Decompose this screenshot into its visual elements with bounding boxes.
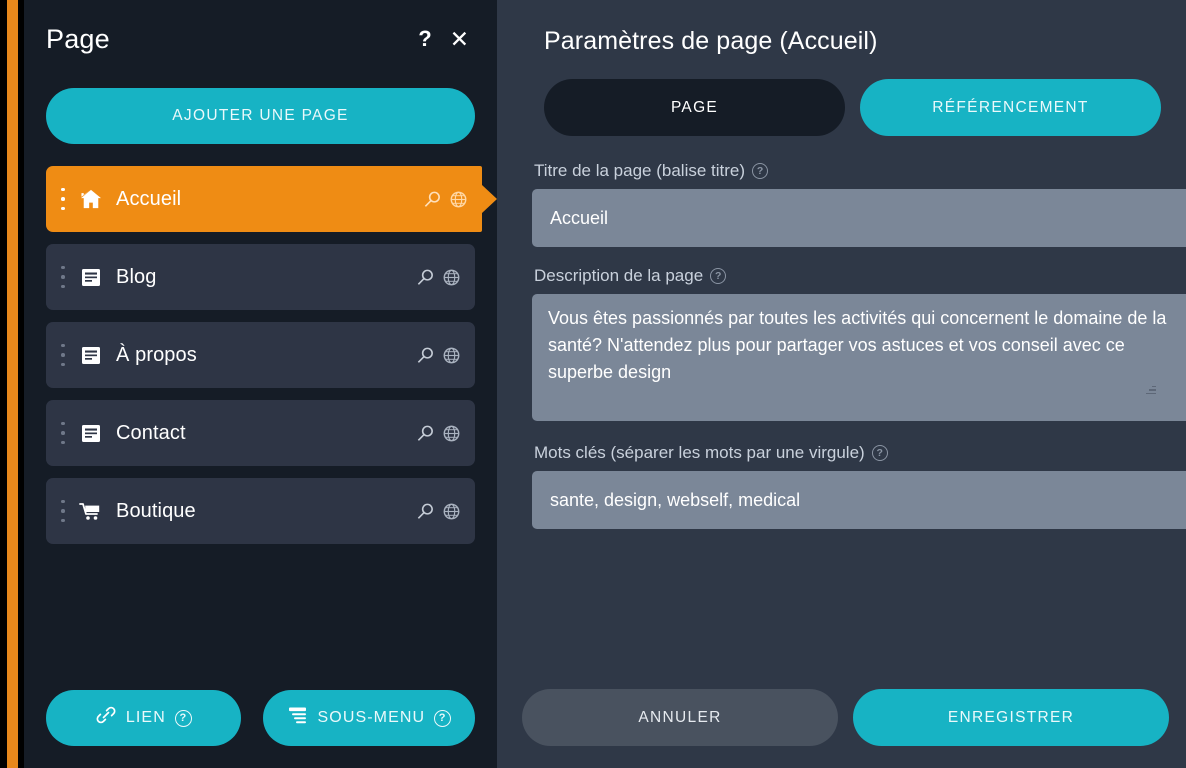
add-submenu-label: SOUS-MENU xyxy=(317,709,426,726)
cancel-button[interactable]: ANNULER xyxy=(522,689,838,746)
left-panel-header: Page ? ✕ xyxy=(36,0,485,78)
settings-footer: ANNULER ENREGISTRER xyxy=(522,689,1169,746)
page-list: Accueil Blog À propos Contact Boutique xyxy=(36,166,485,690)
home-icon xyxy=(76,189,106,209)
keywords-field-label: Mots clés (séparer les mots par une virg… xyxy=(534,443,1161,463)
page-list-item-contact[interactable]: Contact xyxy=(46,400,475,466)
title-help-icon[interactable]: ? xyxy=(752,163,769,179)
magnifier-icon[interactable] xyxy=(416,268,435,287)
row-tools xyxy=(416,502,461,521)
page-list-item-a-propos[interactable]: À propos xyxy=(46,322,475,388)
page-list-item-blog[interactable]: Blog xyxy=(46,244,475,310)
description-field-label: Description de la page ? xyxy=(534,266,1161,286)
document-icon xyxy=(76,423,106,444)
row-tools xyxy=(416,346,461,365)
globe-icon[interactable] xyxy=(442,346,461,365)
left-gutter xyxy=(0,0,24,768)
description-field-label-text: Description de la page xyxy=(534,266,704,285)
title-field-label-text: Titre de la page (balise titre) xyxy=(534,161,746,180)
settings-tabs: PAGE RÉFÉRENCEMENT xyxy=(522,79,1161,136)
cart-icon xyxy=(76,501,106,522)
drag-handle-icon[interactable] xyxy=(56,499,70,523)
drag-handle-icon[interactable] xyxy=(56,421,70,445)
page-description-textarea[interactable] xyxy=(532,294,1186,421)
keywords-help-icon[interactable]: ? xyxy=(871,445,888,461)
page-item-label: À propos xyxy=(116,343,197,366)
drag-handle-icon[interactable] xyxy=(56,187,70,211)
title-field-label: Titre de la page (balise titre) ? xyxy=(534,161,1161,181)
seo-form: Titre de la page (balise titre) ? Descri… xyxy=(522,161,1186,529)
page-settings-dialog: Page ? ✕ AJOUTER UNE PAGE Accueil Blog À… xyxy=(0,0,1186,768)
submenu-help-icon[interactable]: ? xyxy=(434,709,452,727)
page-keywords-input[interactable] xyxy=(532,471,1186,529)
page-list-item-accueil[interactable]: Accueil xyxy=(46,166,482,232)
page-item-label: Accueil xyxy=(116,187,182,210)
row-tools xyxy=(416,268,461,287)
submenu-icon xyxy=(287,706,309,730)
drag-handle-icon[interactable] xyxy=(56,343,70,367)
help-icon[interactable]: ? xyxy=(418,28,431,50)
save-button[interactable]: ENREGISTRER xyxy=(853,689,1169,746)
page-settings-panel: Paramètres de page (Accueil) PAGE RÉFÉRE… xyxy=(497,0,1186,768)
page-item-label: Contact xyxy=(116,421,186,444)
link-help-icon[interactable]: ? xyxy=(174,709,192,727)
row-tools xyxy=(416,424,461,443)
keywords-field-label-text: Mots clés (séparer les mots par une virg… xyxy=(534,443,865,462)
add-page-button[interactable]: AJOUTER UNE PAGE xyxy=(46,88,475,144)
description-help-icon[interactable]: ? xyxy=(710,268,727,284)
page-title: Page xyxy=(46,23,110,54)
orange-accent-strip xyxy=(7,0,18,768)
tab-page[interactable]: PAGE xyxy=(544,79,845,136)
page-item-label: Blog xyxy=(116,265,157,288)
close-icon[interactable]: ✕ xyxy=(450,27,469,51)
page-list-panel: Page ? ✕ AJOUTER UNE PAGE Accueil Blog À… xyxy=(24,0,497,768)
add-link-button[interactable]: LIEN ? xyxy=(46,690,241,746)
magnifier-icon[interactable] xyxy=(416,346,435,365)
add-submenu-button[interactable]: SOUS-MENU ? xyxy=(262,690,475,746)
globe-icon[interactable] xyxy=(442,502,461,521)
row-tools xyxy=(423,190,468,209)
tab-referencement[interactable]: RÉFÉRENCEMENT xyxy=(860,79,1161,136)
settings-title: Paramètres de page (Accueil) xyxy=(544,27,878,55)
add-link-label: LIEN xyxy=(125,709,166,726)
left-panel-footer: LIEN ? SOUS-MENU ? xyxy=(36,690,485,768)
magnifier-icon[interactable] xyxy=(416,424,435,443)
header-icon-group: ? ✕ xyxy=(418,27,469,51)
document-icon xyxy=(76,345,106,366)
description-wrapper xyxy=(532,294,1186,421)
magnifier-icon[interactable] xyxy=(423,190,442,209)
page-list-item-boutique[interactable]: Boutique xyxy=(46,478,475,544)
globe-icon[interactable] xyxy=(442,424,461,443)
globe-icon[interactable] xyxy=(449,190,468,209)
drag-handle-icon[interactable] xyxy=(56,265,70,289)
magnifier-icon[interactable] xyxy=(416,502,435,521)
document-icon xyxy=(76,267,106,288)
page-title-input[interactable] xyxy=(532,189,1186,247)
globe-icon[interactable] xyxy=(442,268,461,287)
chain-link-icon xyxy=(95,706,117,730)
page-item-label: Boutique xyxy=(116,499,196,522)
